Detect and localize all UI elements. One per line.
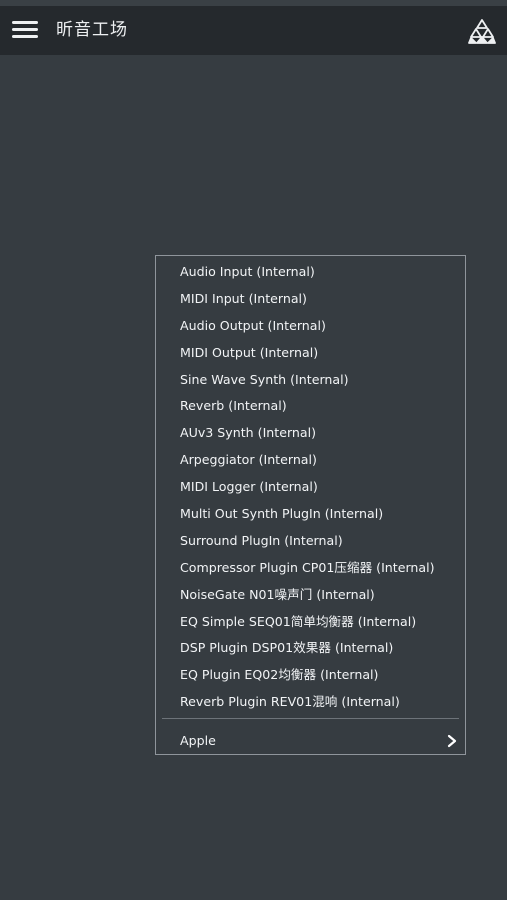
menu-item-plugin[interactable]: NoiseGate N01噪声门 (Internal) <box>156 582 465 609</box>
menu-item-plugin[interactable]: Surround PlugIn (Internal) <box>156 528 465 555</box>
chevron-right-icon <box>447 734 457 748</box>
menu-item-plugin[interactable]: Audio Output (Internal) <box>156 313 465 340</box>
triangle-cluster-logo-icon[interactable] <box>468 18 496 44</box>
menu-item-plugin[interactable]: MIDI Input (Internal) <box>156 286 465 313</box>
menu-item-plugin[interactable]: Reverb (Internal) <box>156 393 465 420</box>
app-title: 昕音工场 <box>56 20 128 40</box>
menu-item-plugin[interactable]: EQ Plugin EQ02均衡器 (Internal) <box>156 662 465 689</box>
menu-item-plugin[interactable]: Audio Input (Internal) <box>156 259 465 286</box>
menu-item-plugin[interactable]: Compressor Plugin CP01压缩器 (Internal) <box>156 555 465 582</box>
menu-item-plugin[interactable]: MIDI Output (Internal) <box>156 340 465 367</box>
menu-item-plugin[interactable]: Multi Out Synth PlugIn (Internal) <box>156 501 465 528</box>
hamburger-menu-icon <box>12 28 38 31</box>
submenu-label: Apple <box>180 733 216 748</box>
menu-item-plugin[interactable]: EQ Simple SEQ01简单均衡器 (Internal) <box>156 609 465 636</box>
submenu-apple[interactable]: Apple <box>156 728 465 754</box>
menu-item-plugin[interactable]: Arpeggiator (Internal) <box>156 447 465 474</box>
menu-item-plugin[interactable]: DSP Plugin DSP01效果器 (Internal) <box>156 635 465 662</box>
hamburger-menu-icon <box>12 35 38 38</box>
popup-divider <box>162 718 459 719</box>
hamburger-menu-icon <box>12 21 38 24</box>
plugin-popup-menu: Audio Input (Internal) MIDI Input (Intern… <box>155 255 466 755</box>
menu-item-plugin[interactable]: MIDI Logger (Internal) <box>156 474 465 501</box>
menu-button[interactable] <box>12 18 38 40</box>
menu-item-plugin[interactable]: AUv3 Synth (Internal) <box>156 420 465 447</box>
plugin-list: Audio Input (Internal) MIDI Input (Intern… <box>156 259 465 716</box>
app-header: 昕音工场 <box>0 6 507 55</box>
menu-item-plugin[interactable]: Sine Wave Synth (Internal) <box>156 367 465 394</box>
menu-item-plugin[interactable]: Reverb Plugin REV01混响 (Internal) <box>156 689 465 716</box>
